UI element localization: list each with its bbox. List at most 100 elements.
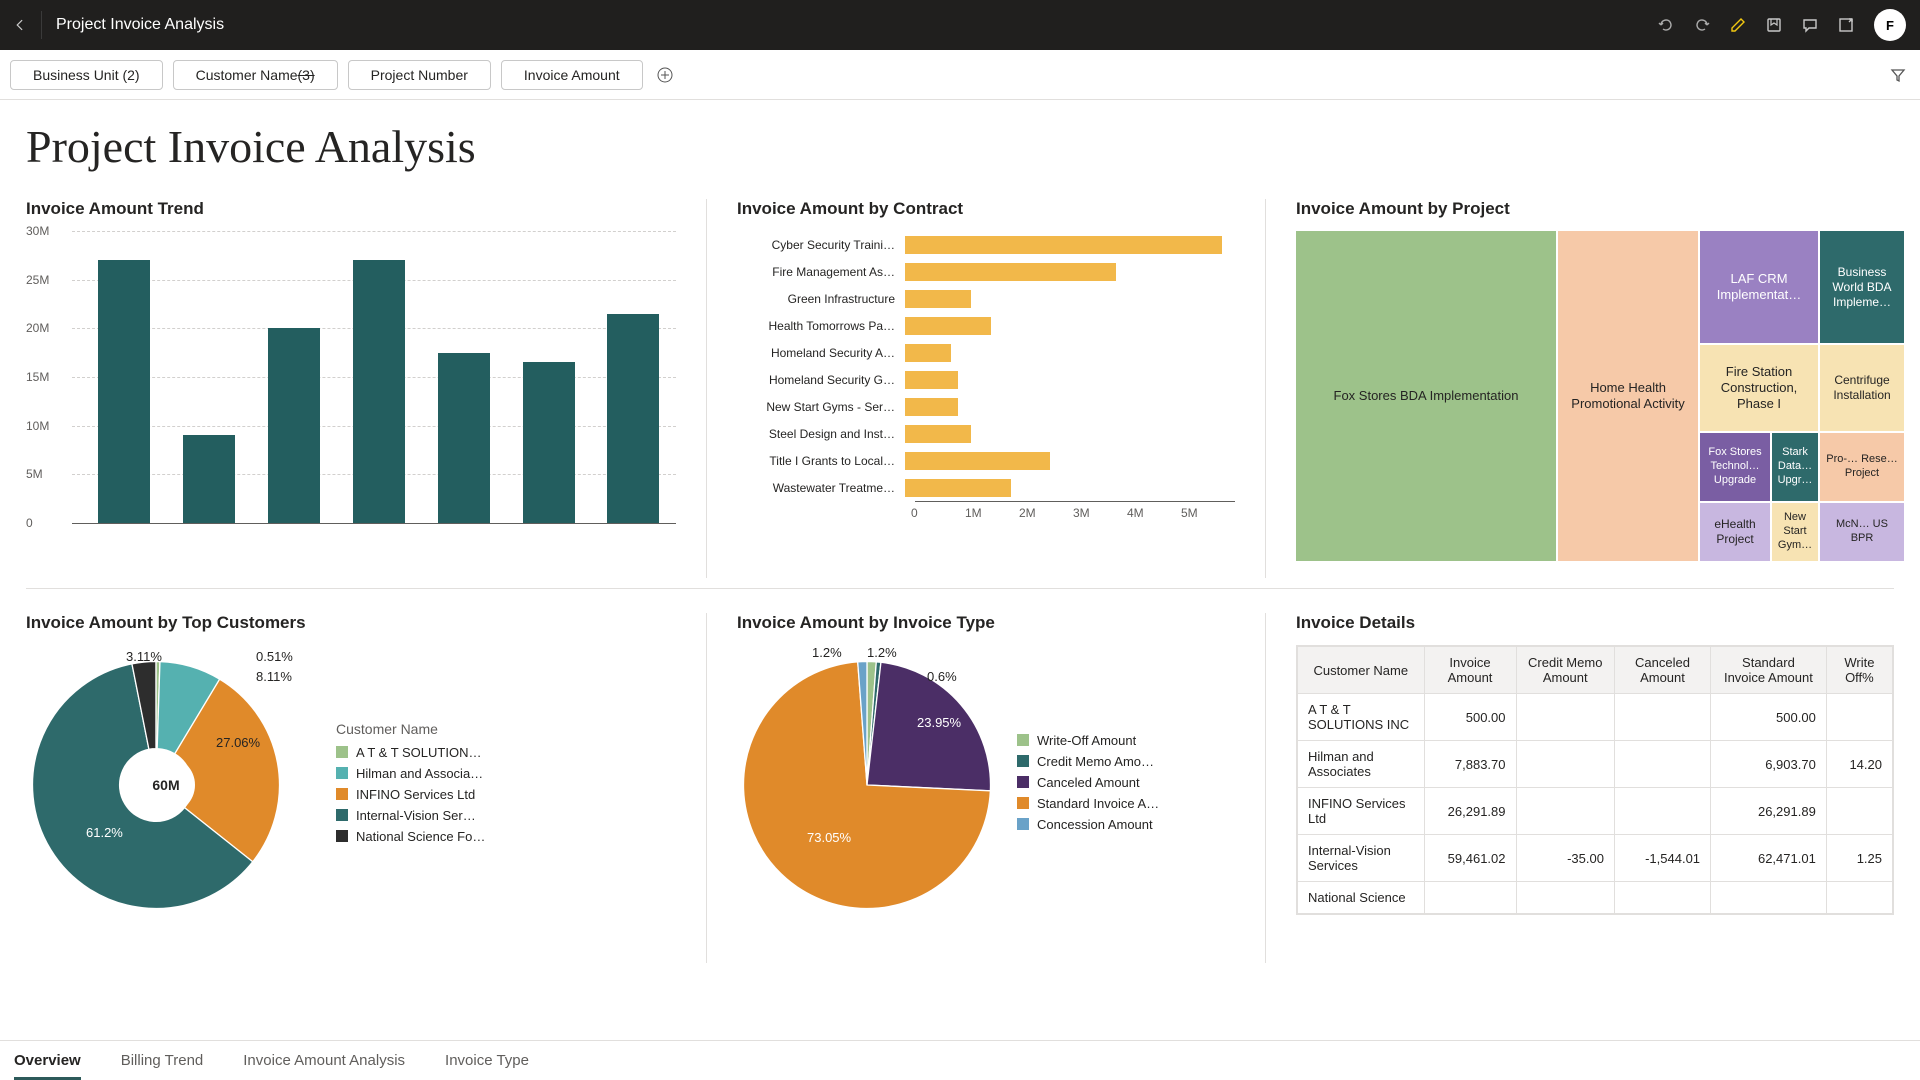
chart-by-contract[interactable]: Cyber Security Traini…Fire Management As… xyxy=(737,231,1235,520)
bookmark-icon[interactable] xyxy=(1756,7,1792,43)
treemap-cell[interactable]: LAF CRM Implementat… xyxy=(1700,231,1818,343)
hbar-fill[interactable] xyxy=(905,290,971,308)
bar[interactable] xyxy=(268,328,320,523)
hbar-fill[interactable] xyxy=(905,398,958,416)
legend-item[interactable]: Credit Memo Amo… xyxy=(1017,754,1159,769)
table-row[interactable]: Hilman and Associates7,883.706,903.7014.… xyxy=(1298,741,1893,788)
cell-value xyxy=(1516,882,1614,914)
legend-swatch xyxy=(336,746,348,758)
table-header[interactable]: Customer Name xyxy=(1298,647,1425,694)
legend-item[interactable]: INFINO Services Ltd xyxy=(336,787,485,802)
panel-by-project: Invoice Amount by Project Fox Stores BDA… xyxy=(1296,199,1904,578)
bar[interactable] xyxy=(438,353,490,523)
hbar-fill[interactable] xyxy=(905,425,971,443)
legend-item[interactable]: Hilman and Associa… xyxy=(336,766,485,781)
cell-value: 500.00 xyxy=(1711,694,1827,741)
y-tick: 15M xyxy=(26,370,49,384)
filter-project-number[interactable]: Project Number xyxy=(348,60,491,90)
hbar-fill[interactable] xyxy=(905,479,1011,497)
treemap-cell[interactable]: Fox Stores BDA Implementation xyxy=(1296,231,1556,561)
legend-item[interactable]: Internal-Vision Ser… xyxy=(336,808,485,823)
funnel-icon xyxy=(1889,66,1907,84)
legend-item[interactable]: Write-Off Amount xyxy=(1017,733,1159,748)
edit-icon[interactable] xyxy=(1720,7,1756,43)
treemap-cell[interactable]: Centrifuge Installation xyxy=(1820,345,1904,431)
cell-value xyxy=(1711,882,1827,914)
table-header[interactable]: Canceled Amount xyxy=(1614,647,1710,694)
tab-invoice-amount-analysis[interactable]: Invoice Amount Analysis xyxy=(243,1041,405,1080)
redo-icon[interactable] xyxy=(1684,7,1720,43)
table-row[interactable]: A T & T SOLUTIONS INC500.00500.00 xyxy=(1298,694,1893,741)
hbar-fill[interactable] xyxy=(905,452,1050,470)
treemap-cell[interactable]: Fire Station Construction, Phase I xyxy=(1700,345,1818,431)
y-tick: 20M xyxy=(26,321,49,335)
avatar[interactable]: F xyxy=(1874,9,1906,41)
cell-customer: A T & T SOLUTIONS INC xyxy=(1298,694,1425,741)
legend-label: INFINO Services Ltd xyxy=(356,787,475,802)
hbar-fill[interactable] xyxy=(905,317,991,335)
chart-treemap-project[interactable]: Fox Stores BDA ImplementationHome Health… xyxy=(1296,231,1904,561)
chart-pie-invoice-type[interactable]: 1.2%0.6%23.95%73.05%1.2% xyxy=(737,655,987,915)
treemap-cell[interactable]: Home Health Promotional Activity xyxy=(1558,231,1698,561)
legend-item[interactable]: National Science Fo… xyxy=(336,829,485,844)
tab-billing-trend[interactable]: Billing Trend xyxy=(121,1041,204,1080)
back-button[interactable] xyxy=(14,11,42,39)
table-header[interactable]: Write Off% xyxy=(1826,647,1892,694)
legend-label: Credit Memo Amo… xyxy=(1037,754,1154,769)
legend-item[interactable]: Concession Amount xyxy=(1017,817,1159,832)
table-row[interactable]: INFINO Services Ltd26,291.8926,291.89 xyxy=(1298,788,1893,835)
panel-invoice-details: Invoice Details Customer NameInvoice Amo… xyxy=(1296,613,1894,963)
bar[interactable] xyxy=(607,314,659,523)
hbar-fill[interactable] xyxy=(905,371,958,389)
chart-donut-customers[interactable]: 60M 0.51%8.11%27.06%61.2%3.11% xyxy=(26,655,306,915)
tab-invoice-type[interactable]: Invoice Type xyxy=(445,1041,529,1080)
treemap-cell[interactable]: Business World BDA Impleme… xyxy=(1820,231,1904,343)
cell-value xyxy=(1424,882,1516,914)
legend-swatch xyxy=(1017,776,1029,788)
treemap-cell[interactable]: eHealth Project xyxy=(1700,503,1770,561)
treemap-cell[interactable]: Pro-… Rese… Project xyxy=(1820,433,1904,501)
table-header[interactable]: Credit Memo Amount xyxy=(1516,647,1614,694)
treemap-cell[interactable]: McN… US BPR xyxy=(1820,503,1904,561)
bar[interactable] xyxy=(353,260,405,523)
slice-pct-label: 8.11% xyxy=(256,669,292,684)
x-tick: 5M xyxy=(1181,506,1235,520)
treemap-cell[interactable]: New Start Gym… xyxy=(1772,503,1818,561)
filter-invoice-amount[interactable]: Invoice Amount xyxy=(501,60,643,90)
cell-value xyxy=(1614,882,1710,914)
filter-customer-name[interactable]: Customer Name (3) xyxy=(173,60,338,90)
legend-swatch xyxy=(1017,734,1029,746)
invoice-details-table[interactable]: Customer NameInvoice AmountCredit Memo A… xyxy=(1296,645,1894,915)
legend-swatch xyxy=(336,809,348,821)
filter-bar: Business Unit (2) Customer Name (3) Proj… xyxy=(0,50,1920,100)
hbar-fill[interactable] xyxy=(905,263,1116,281)
comment-icon[interactable] xyxy=(1792,7,1828,43)
treemap-cell[interactable]: Stark Data… Upgr… xyxy=(1772,433,1818,501)
y-tick: 25M xyxy=(26,273,49,287)
table-header[interactable]: Standard Invoice Amount xyxy=(1711,647,1827,694)
hbar-fill[interactable] xyxy=(905,236,1222,254)
table-header[interactable]: Invoice Amount xyxy=(1424,647,1516,694)
legend-label: A T & T SOLUTION… xyxy=(356,745,481,760)
table-row[interactable]: National Science xyxy=(1298,882,1893,914)
filter-business-unit[interactable]: Business Unit (2) xyxy=(10,60,163,90)
export-icon[interactable] xyxy=(1828,7,1864,43)
bar[interactable] xyxy=(183,435,235,523)
filter-pane-toggle[interactable] xyxy=(1886,63,1910,87)
legend-item[interactable]: A T & T SOLUTION… xyxy=(336,745,485,760)
legend-item[interactable]: Canceled Amount xyxy=(1017,775,1159,790)
add-filter-button[interactable] xyxy=(653,63,677,87)
tab-overview[interactable]: Overview xyxy=(14,1041,81,1080)
bar[interactable] xyxy=(523,362,575,523)
slice-pct-label: 61.2% xyxy=(86,825,123,840)
undo-icon[interactable] xyxy=(1648,7,1684,43)
legend-item[interactable]: Standard Invoice A… xyxy=(1017,796,1159,811)
x-tick: 3M xyxy=(1073,506,1127,520)
hbar-fill[interactable] xyxy=(905,344,951,362)
hbar-label: Health Tomorrows Pa… xyxy=(737,319,905,333)
chart-invoice-trend[interactable]: 05M10M15M20M25M30M xyxy=(26,231,676,541)
treemap-cell[interactable]: Fox Stores Technol… Upgrade xyxy=(1700,433,1770,501)
bar[interactable] xyxy=(98,260,150,523)
cell-value: 6,903.70 xyxy=(1711,741,1827,788)
table-row[interactable]: Internal-Vision Services59,461.02-35.00-… xyxy=(1298,835,1893,882)
